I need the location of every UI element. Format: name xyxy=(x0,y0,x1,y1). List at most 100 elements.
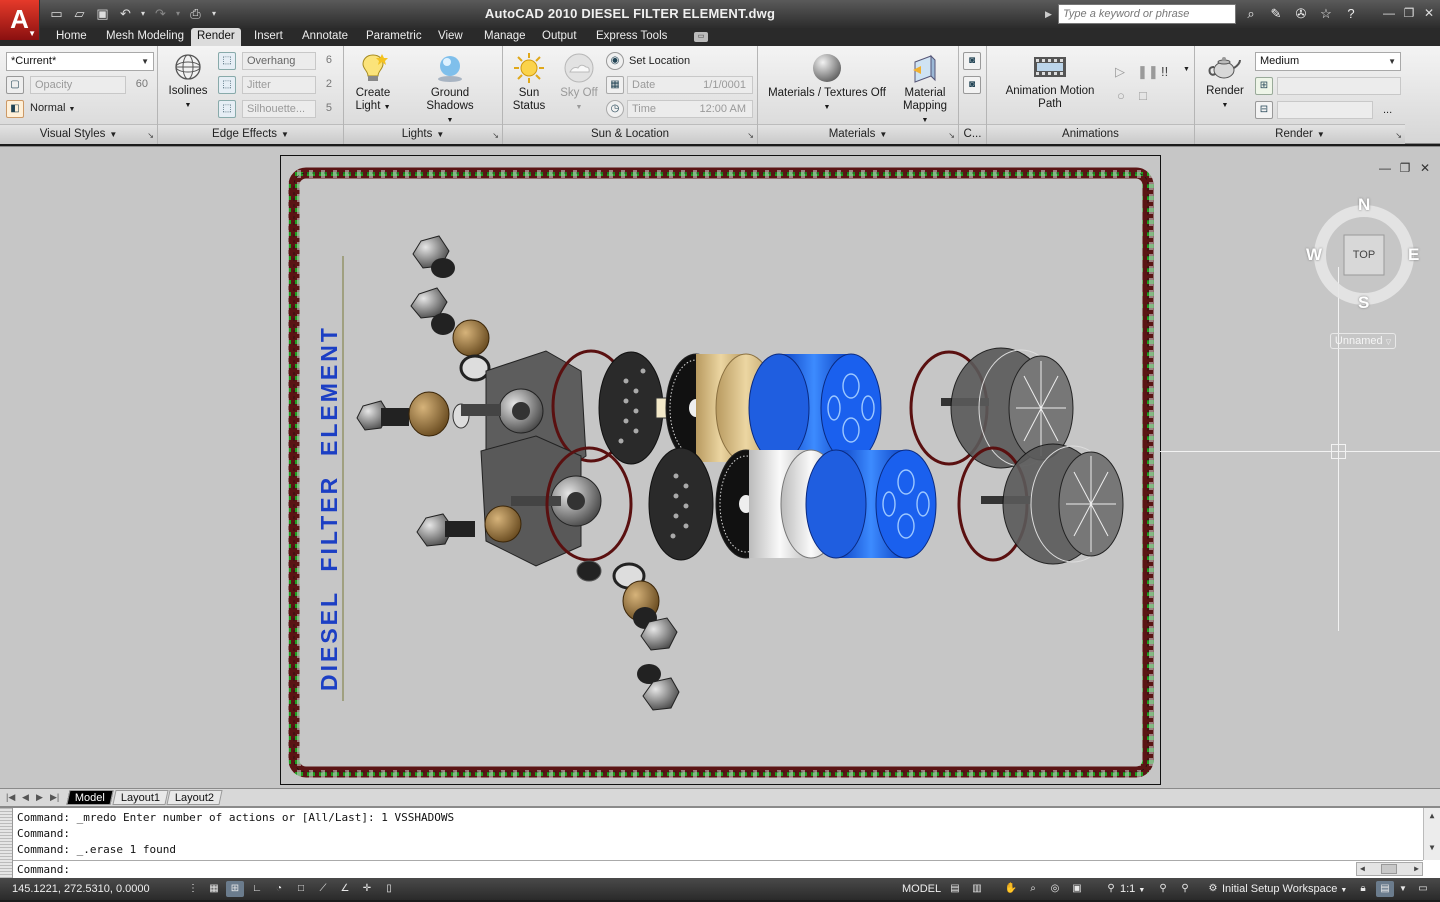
scroll-up-icon[interactable]: ▲ xyxy=(1424,808,1440,824)
help-icon[interactable]: ? xyxy=(1340,4,1362,24)
ground-shadows-button[interactable]: Ground Shadows ▼ xyxy=(406,52,494,127)
3d-osnap-icon[interactable]: ⟋ xyxy=(314,881,332,897)
overhang-value[interactable]: 6 xyxy=(318,54,332,66)
play-icon[interactable]: ▷ xyxy=(1115,64,1125,80)
steering-wheel-icon[interactable]: ◎ xyxy=(1046,881,1064,897)
panel-title-materials[interactable]: Materials ▼ xyxy=(758,124,958,144)
compass-north[interactable]: N xyxy=(1358,195,1370,215)
panel-title-lights[interactable]: Lights ▼ xyxy=(344,124,502,144)
panel-title-render[interactable]: Render ▼ xyxy=(1195,124,1405,144)
minimize-button[interactable]: — xyxy=(1382,4,1396,22)
tab-view[interactable]: View xyxy=(432,28,469,46)
object-snap-icon[interactable]: □ xyxy=(292,881,310,897)
compass-west[interactable]: W xyxy=(1306,245,1322,265)
chevron-down-icon[interactable]: ▼ xyxy=(1183,66,1190,73)
clean-screen-icon[interactable]: ▭ xyxy=(1414,881,1432,897)
jitter-value[interactable]: 2 xyxy=(318,78,332,90)
render-region-icon[interactable]: ⊞ xyxy=(1255,77,1273,95)
prev-tab-icon[interactable]: ◀ xyxy=(22,792,29,803)
tab-mesh-modeling[interactable]: Mesh Modeling xyxy=(100,28,190,46)
last-tab-icon[interactable]: ▶| xyxy=(50,792,59,803)
scroll-left-icon[interactable]: ◀ xyxy=(1360,863,1365,875)
restore-button[interactable]: ❐ xyxy=(1402,4,1416,22)
dynamic-input-icon[interactable]: ▯ xyxy=(380,881,398,897)
tab-express-tools[interactable]: Express Tools xyxy=(590,28,673,46)
silhouette-icon[interactable]: ⬚ xyxy=(218,100,236,118)
opacity-value[interactable]: 60 xyxy=(128,78,148,90)
camera-display-icon[interactable]: ◙ xyxy=(963,76,981,94)
grid-display-icon[interactable]: ⊞ xyxy=(226,881,244,897)
dynamic-ucs-icon[interactable]: ✛ xyxy=(358,881,376,897)
hardware-acceleration-icon[interactable]: ▤ xyxy=(1376,881,1394,897)
panel-title-animations[interactable]: Animations xyxy=(987,124,1194,144)
scroll-down-icon[interactable]: ▼ xyxy=(1424,840,1440,856)
minimize-ribbon-icon[interactable]: ▭ xyxy=(694,32,708,42)
auto-scale-icon[interactable]: ⚲ xyxy=(1176,881,1194,897)
showmotion-icon[interactable]: ▣ xyxy=(1068,881,1086,897)
snap-mode-icon[interactable]: ▦ xyxy=(205,881,223,897)
animation-settings-icon[interactable]: !! xyxy=(1161,64,1168,79)
tab-parametric[interactable]: Parametric xyxy=(360,28,428,46)
command-horizontal-scrollbar[interactable]: ◀ ▶ xyxy=(1356,862,1423,876)
panel-title-visual-styles[interactable]: Visual Styles ▼ xyxy=(0,124,157,144)
render-more-button[interactable]: ... xyxy=(1383,104,1392,116)
annotation-visibility-icon[interactable]: ⚲ xyxy=(1154,881,1172,897)
tab-home[interactable]: Home xyxy=(50,28,93,46)
next-tab-icon[interactable]: ▶ xyxy=(36,792,43,803)
render-output-size[interactable] xyxy=(1277,77,1401,95)
command-history-scrollbar[interactable]: ▲ ▼ xyxy=(1423,808,1440,860)
visual-style-dropdown[interactable]: *Current* ▼ xyxy=(6,52,154,71)
jitter-slider[interactable]: Jitter xyxy=(242,76,316,94)
subscription-center-icon[interactable]: ✎ xyxy=(1265,4,1287,24)
create-camera-icon[interactable]: ◙ xyxy=(963,52,981,70)
quick-view-layouts-icon[interactable]: ▤ xyxy=(946,881,964,897)
render-environment-icon[interactable]: ⊟ xyxy=(1255,101,1273,119)
overhang-slider[interactable]: Overhang xyxy=(242,52,316,70)
first-tab-icon[interactable]: |◀ xyxy=(6,792,15,803)
ortho-mode-icon[interactable]: ∟ xyxy=(248,881,266,897)
zoom-icon[interactable]: ⌕ xyxy=(1024,881,1042,897)
dialog-launcher-icon[interactable]: ↘ xyxy=(948,131,955,140)
drawing-canvas[interactable]: — ❐ ✕ DIESEL FILTER ELEMENT N S W E TOP … xyxy=(0,146,1440,788)
tab-render[interactable]: Render xyxy=(191,28,241,46)
silhouette-slider[interactable]: Silhouette... xyxy=(242,100,316,118)
dialog-launcher-icon[interactable]: ↘ xyxy=(147,131,154,140)
tab-layout2[interactable]: Layout2 xyxy=(166,790,223,805)
set-location-button[interactable]: Set Location xyxy=(629,55,690,67)
viewcube[interactable]: N S W E TOP xyxy=(1306,195,1420,312)
communication-center-icon[interactable]: ✇ xyxy=(1290,4,1312,24)
drawing-close-button[interactable]: ✕ xyxy=(1418,161,1432,175)
create-light-button[interactable]: Create Light ▼ xyxy=(350,52,396,114)
overhang-icon[interactable]: ⬚ xyxy=(218,52,236,70)
compass-south[interactable]: S xyxy=(1358,293,1369,313)
scroll-right-icon[interactable]: ▶ xyxy=(1414,863,1419,875)
render-quality-dropdown[interactable]: Medium ▼ xyxy=(1255,52,1401,71)
drawing-minimize-button[interactable]: — xyxy=(1378,161,1392,175)
command-input[interactable]: Command: xyxy=(17,862,70,878)
tab-output[interactable]: Output xyxy=(536,28,583,46)
tab-model[interactable]: Model xyxy=(66,790,114,805)
status-menu-icon[interactable]: ▼ xyxy=(1398,881,1408,897)
pan-icon[interactable]: ✋ xyxy=(1002,881,1020,897)
ucs-menu[interactable]: Unnamed ▽ xyxy=(1330,333,1396,349)
animation-motion-path-button[interactable]: Animation Motion Path xyxy=(993,52,1107,111)
application-menu-button[interactable]: A ▼ xyxy=(0,0,40,40)
tab-annotate[interactable]: Annotate xyxy=(296,28,354,46)
time-slider[interactable]: Time 12:00 AM xyxy=(627,100,753,118)
tab-insert[interactable]: Insert xyxy=(248,28,289,46)
scroll-thumb[interactable] xyxy=(1381,864,1397,874)
tab-layout1[interactable]: Layout1 xyxy=(112,790,169,805)
workspace-gear-icon[interactable]: ⚙ xyxy=(1204,881,1222,897)
model-space-toggle[interactable]: MODEL xyxy=(902,878,941,900)
pause-icon[interactable]: ❚❚ xyxy=(1137,64,1159,80)
close-button[interactable]: ✕ xyxy=(1422,4,1436,22)
binoculars-icon[interactable]: ⌕ xyxy=(1240,4,1262,24)
dialog-launcher-icon[interactable]: ↘ xyxy=(492,131,499,140)
material-mapping-button[interactable]: Material Mapping ▼ xyxy=(898,52,952,127)
materials-textures-button[interactable]: Materials / Textures Off ▼ xyxy=(764,52,890,114)
date-slider[interactable]: Date 1/1/0001 xyxy=(627,76,753,94)
workspace-switcher[interactable]: Initial Setup Workspace ▼ xyxy=(1222,878,1347,902)
dialog-launcher-icon[interactable]: ↘ xyxy=(747,131,754,140)
search-input[interactable]: Type a keyword or phrase xyxy=(1058,4,1236,24)
panel-title-camera[interactable]: C... xyxy=(959,124,986,144)
